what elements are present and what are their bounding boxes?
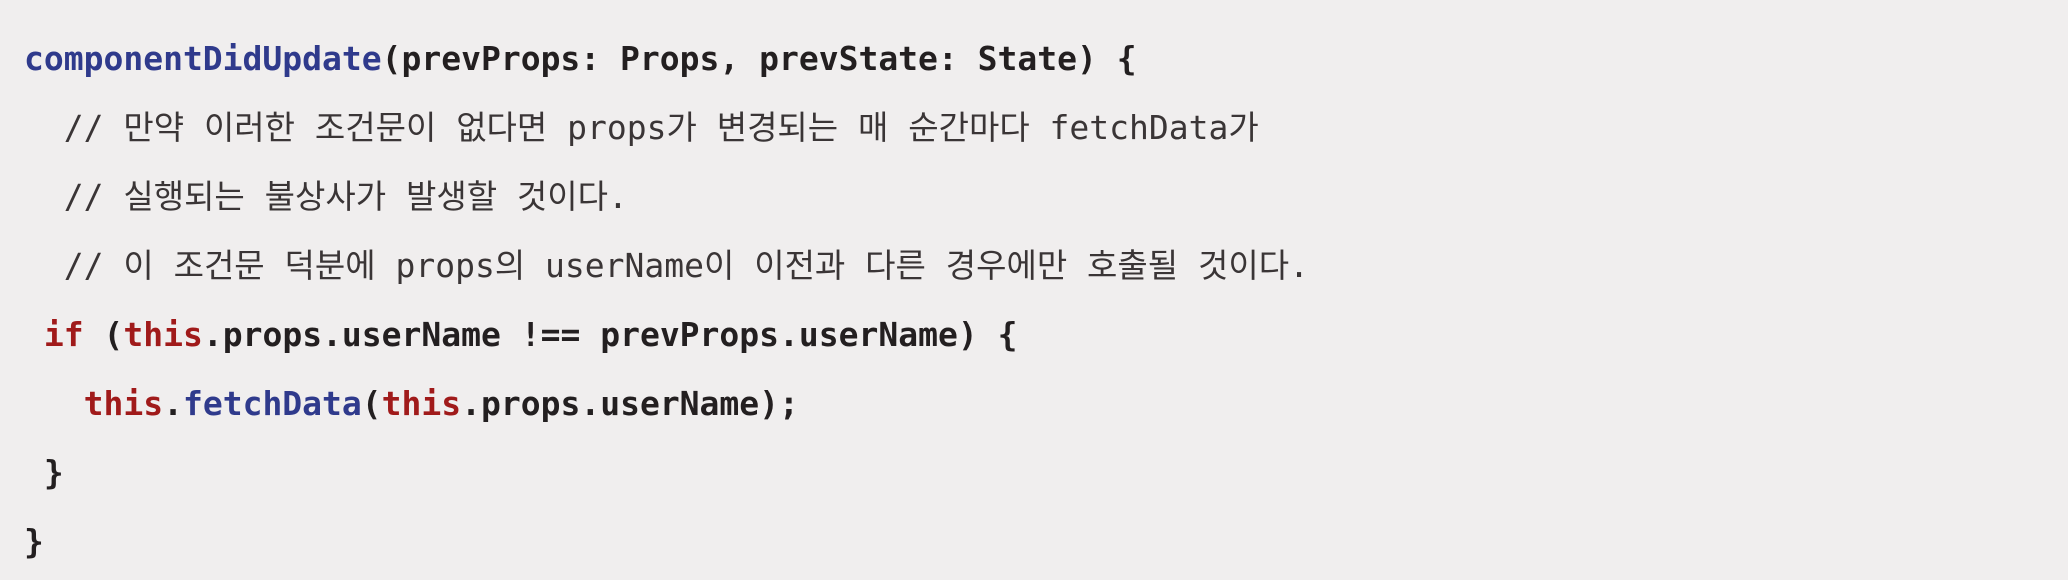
comment-text: // 이 조건문 덕분에 props의 userName이 이전과 다른 경우에… <box>63 246 1309 285</box>
keyword-if: if <box>43 315 84 354</box>
outer-close-brace: } <box>24 522 44 561</box>
call-dot: . <box>163 384 183 423</box>
code-line-inner-close: } <box>24 438 2044 507</box>
signature-params: (prevProps: Props, prevState: State) { <box>381 39 1137 78</box>
function-name: componentDidUpdate <box>24 39 382 78</box>
inner-close-brace: } <box>43 453 64 492</box>
call-argument: .props.userName); <box>461 384 799 423</box>
code-line-if: if (this.props.userName !== prevProps.us… <box>24 300 2044 369</box>
keyword-this: this <box>381 384 462 423</box>
method-name: fetchData <box>182 384 362 423</box>
code-line-signature: componentDidUpdate(prevProps: Props, pre… <box>24 24 2044 93</box>
comment-text: // 실행되는 불상사가 발생할 것이다. <box>63 177 628 216</box>
comment-text: // 만약 이러한 조건문이 없다면 props가 변경되는 매 순간마다 fe… <box>63 108 1259 147</box>
code-comment-line-2: // 실행되는 불상사가 발생할 것이다. <box>24 162 2044 231</box>
code-comment-line-1: // 만약 이러한 조건문이 없다면 props가 변경되는 매 순간마다 fe… <box>24 93 2044 162</box>
if-open-paren: ( <box>83 315 124 354</box>
code-line-outer-close: } <box>24 507 2044 576</box>
code-comment-line-3: // 이 조건문 덕분에 props의 userName이 이전과 다른 경우에… <box>24 231 2044 300</box>
if-condition: .props.userName !== prevProps.userName) … <box>202 315 1018 354</box>
keyword-this: this <box>123 315 203 354</box>
code-block: componentDidUpdate(prevProps: Props, pre… <box>0 0 2068 580</box>
call-open-paren: ( <box>361 384 382 423</box>
code-listing: componentDidUpdate(prevProps: Props, pre… <box>24 24 2044 576</box>
keyword-this: this <box>83 384 164 423</box>
code-line-call: this.fetchData(this.props.userName); <box>24 369 2044 438</box>
